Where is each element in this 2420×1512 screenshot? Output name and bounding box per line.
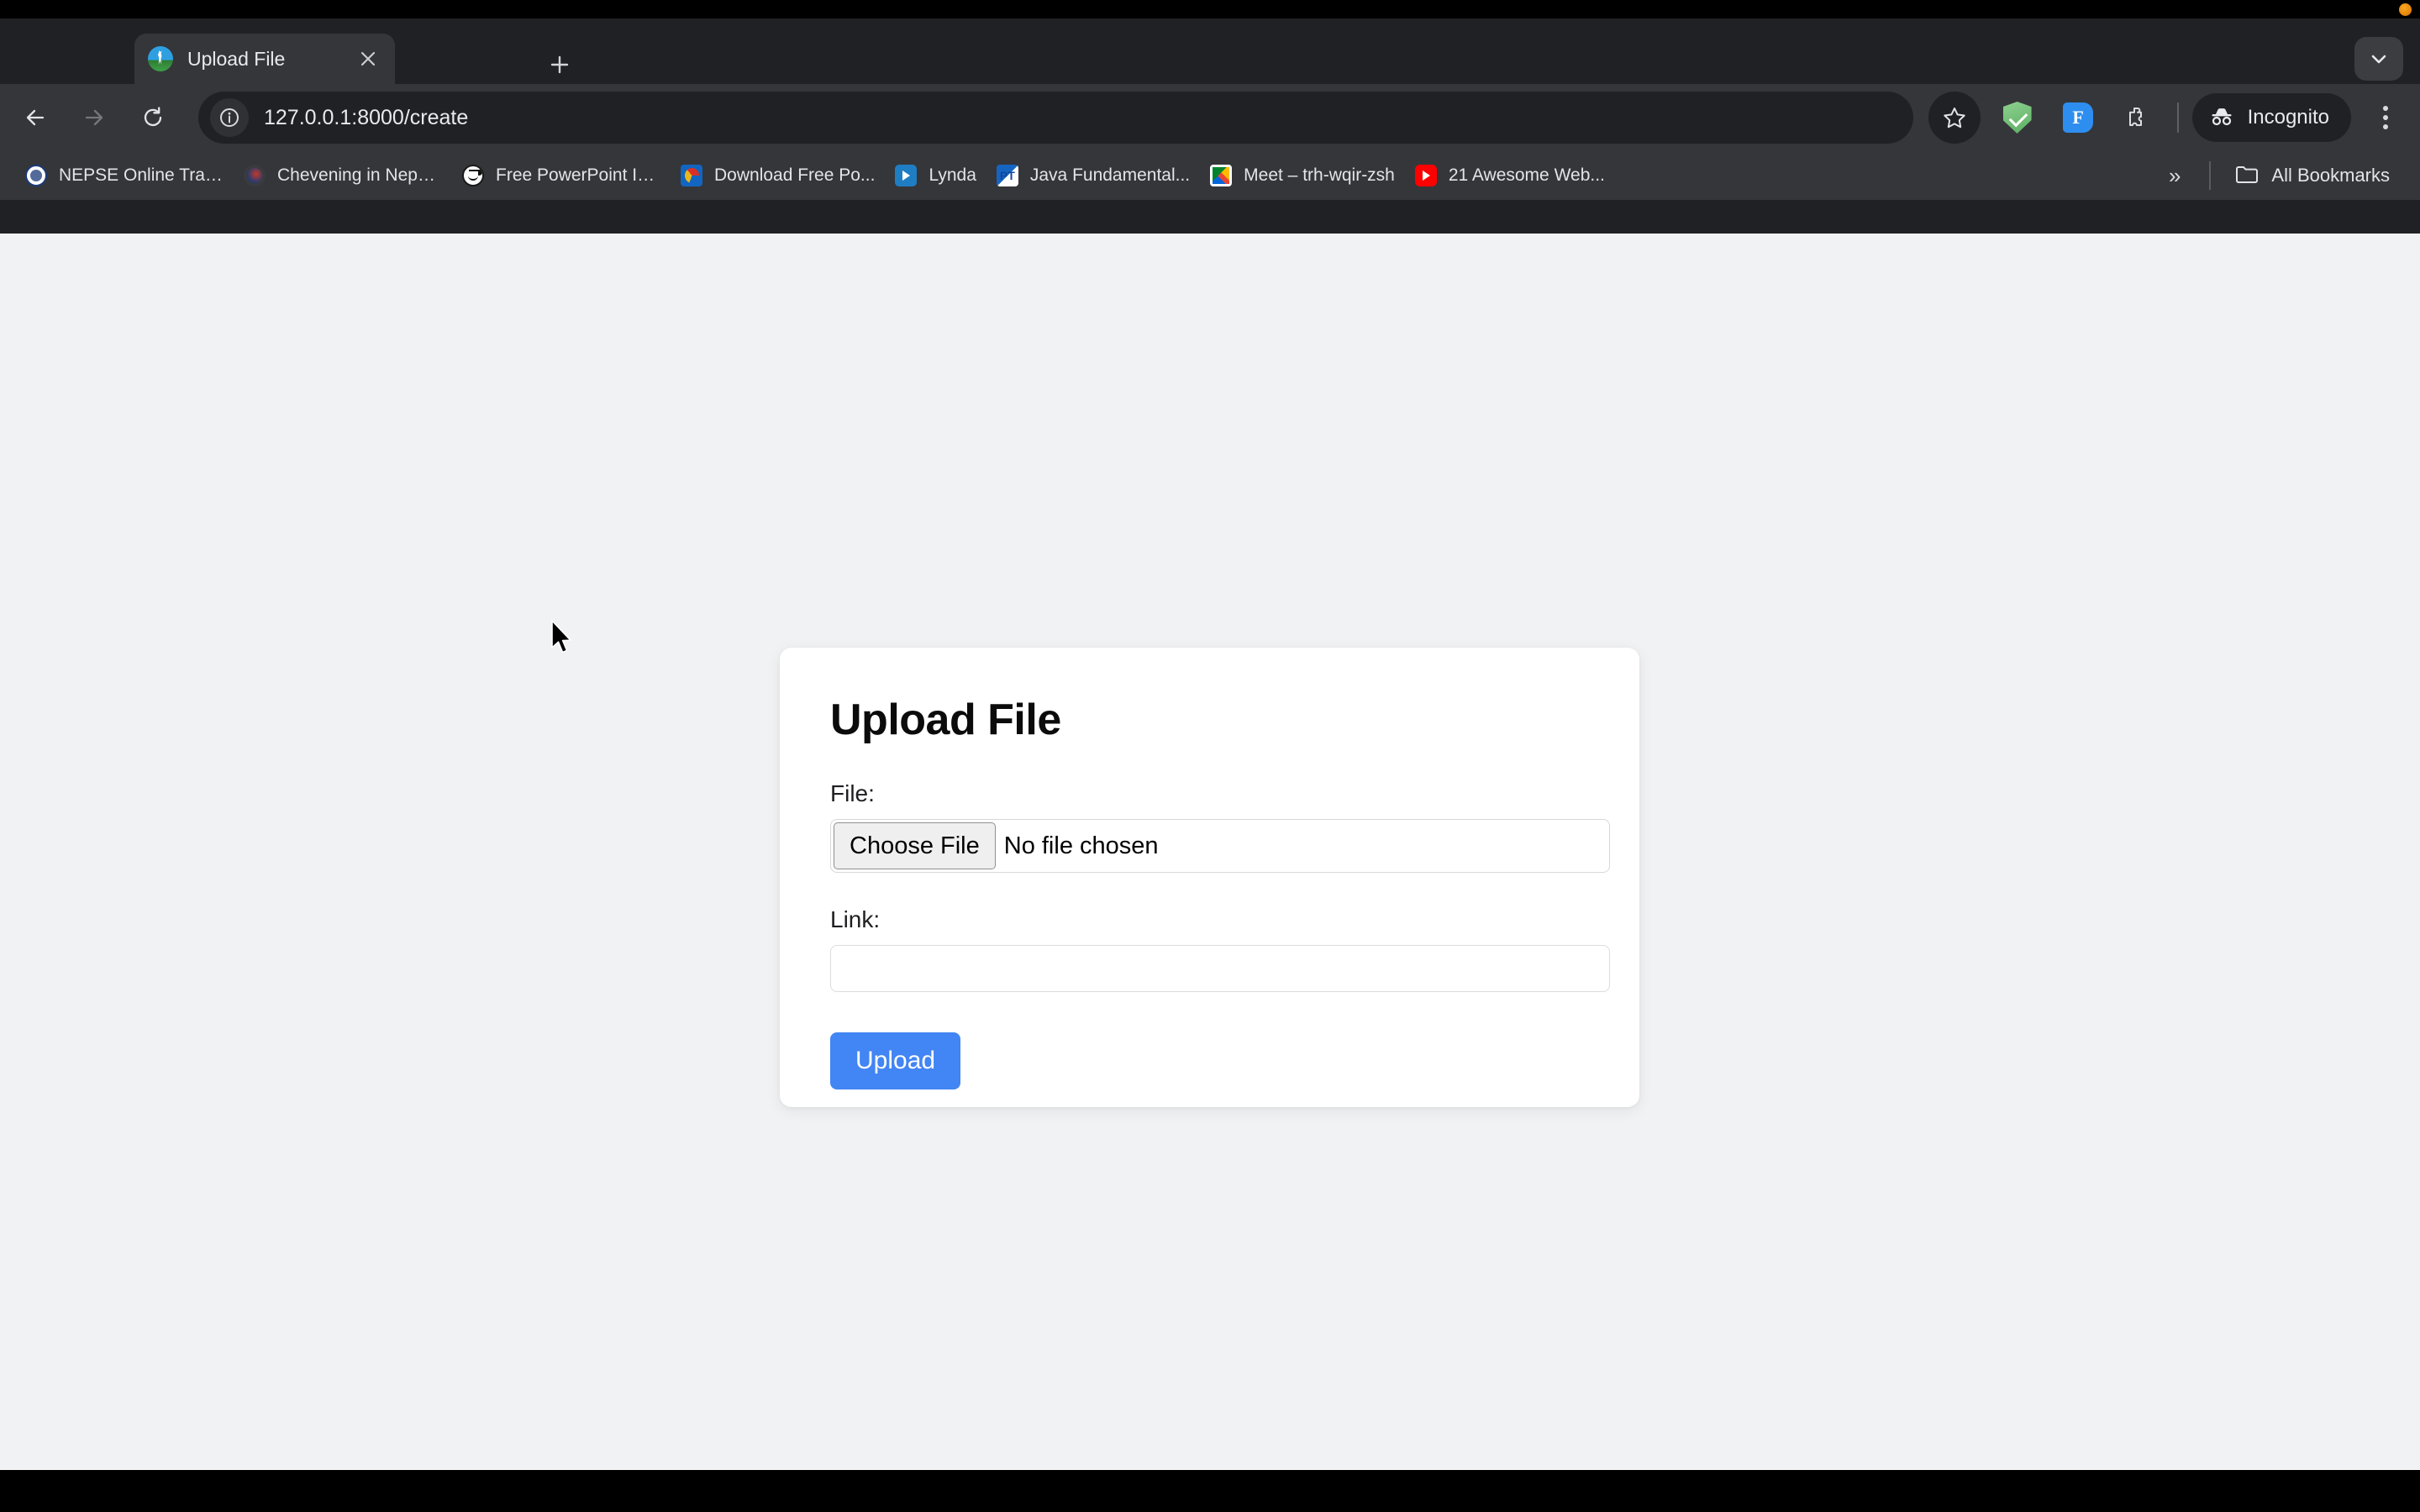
bookmark-item-download-free-po[interactable]: Download Free Po...	[671, 157, 885, 194]
browser-toolbar: 127.0.0.1:8000/create F Incognito	[0, 84, 2420, 151]
incognito-hat-icon	[2209, 105, 2234, 131]
bookmark-item-chevening[interactable]: Chevening in Nepa...	[234, 157, 452, 194]
youtube-icon	[1414, 165, 1437, 186]
link-field-label: Link:	[830, 906, 881, 932]
mouse-pointer-icon	[550, 620, 576, 657]
page-title: Upload File	[830, 696, 1061, 744]
file-field-label: File:	[830, 780, 875, 806]
bookmark-item-lynda[interactable]: Lynda	[885, 157, 986, 194]
file-status-text: No file chosen	[1003, 832, 1159, 859]
fonts-ninja-label: F	[2062, 102, 2093, 133]
bookmark-label: Meet – trh-wqir-zsh	[1244, 165, 1395, 185]
url-text[interactable]: 127.0.0.1:8000/create	[264, 106, 468, 130]
file-input[interactable]: Choose File No file chosen	[830, 819, 1610, 873]
all-bookmarks-label: All Bookmarks	[2271, 165, 2390, 186]
bookmark-label: Lynda	[929, 165, 976, 185]
bookmark-label: NEPSE Online Trad...	[59, 165, 224, 185]
bookmarks-overflow-area: » All Bookmarks	[2154, 157, 2420, 194]
reload-button[interactable]	[129, 94, 176, 141]
bookmark-label: Java Fundamental...	[1029, 165, 1191, 185]
site-info-icon[interactable]	[210, 98, 249, 137]
bookmark-star-icon[interactable]	[1928, 92, 1981, 144]
tab-strip: Upload File	[0, 18, 2420, 84]
fonts-ninja-icon[interactable]: F	[2056, 96, 2100, 139]
browser-tab-upload-file[interactable]: Upload File	[134, 34, 395, 84]
smiley-icon	[462, 165, 484, 186]
bookmark-item-nepse[interactable]: NEPSE Online Trad...	[15, 157, 234, 194]
bookmark-label: Chevening in Nepa...	[277, 165, 442, 185]
bookmarks-bar: NEPSE Online Trad... Chevening in Nepa..…	[0, 151, 2420, 200]
forward-button[interactable]	[71, 94, 118, 141]
upload-button[interactable]: Upload	[830, 1032, 961, 1089]
close-icon[interactable]	[355, 45, 381, 72]
folder-icon	[2234, 163, 2260, 189]
upload-file-card: Upload File File: Choose File No file ch…	[780, 648, 1639, 1107]
incognito-profile-button[interactable]: Incognito	[2191, 93, 2351, 142]
bookmark-label: 21 Awesome Web...	[1448, 165, 1605, 185]
bookmark-item-java-fundamentals[interactable]: PT Java Fundamental...	[986, 157, 1200, 194]
incognito-label: Incognito	[2247, 106, 2329, 129]
chevening-icon	[244, 165, 266, 186]
bookmark-item-free-powerpoint[interactable]: Free PowerPoint In...	[452, 157, 671, 194]
adblock-shield-icon[interactable]	[1996, 96, 2039, 139]
chevron-down-icon[interactable]	[2354, 37, 2403, 81]
screen-bottom-bezel	[0, 1470, 2420, 1512]
bookmarks-divider	[2209, 161, 2212, 190]
new-tab-button[interactable]	[542, 47, 577, 82]
bookmark-item-meet[interactable]: Meet – trh-wqir-zsh	[1200, 157, 1405, 194]
address-bar[interactable]: 127.0.0.1:8000/create	[198, 92, 1913, 144]
nepse-icon	[25, 165, 47, 186]
django-deer-favicon	[148, 46, 173, 71]
all-bookmarks-button[interactable]: All Bookmarks	[2224, 157, 2400, 194]
chevron-double-right-icon[interactable]: »	[2154, 163, 2196, 189]
pluralsight-icon: PT	[996, 165, 1018, 186]
toolbar-divider	[2176, 102, 2179, 133]
bookmark-item-21-awesome-web[interactable]: 21 Awesome Web...	[1405, 157, 1615, 194]
notification-dot	[2399, 3, 2412, 16]
google-meet-icon	[1210, 165, 1233, 186]
tab-title: Upload File	[187, 47, 286, 70]
bookmark-label: Download Free Po...	[714, 165, 876, 185]
back-button[interactable]	[12, 94, 59, 141]
link-input[interactable]	[830, 945, 1610, 992]
lynda-icon	[895, 165, 918, 186]
download-ppt-icon	[681, 165, 702, 186]
bookmark-label: Free PowerPoint In...	[496, 165, 660, 185]
page-viewport: Upload File File: Choose File No file ch…	[0, 234, 2420, 1470]
screen-top-bezel	[0, 0, 2420, 18]
choose-file-button[interactable]: Choose File	[834, 822, 996, 869]
kebab-menu-icon[interactable]	[2363, 93, 2408, 142]
extensions-puzzle-icon[interactable]	[2117, 96, 2160, 139]
